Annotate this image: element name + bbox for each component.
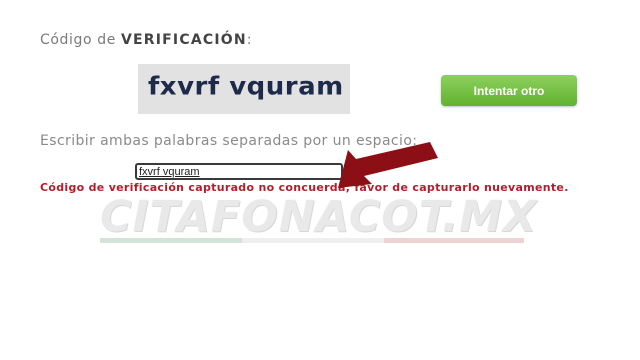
captcha-answer-input[interactable] [135, 163, 343, 180]
heading-prefix: Código de [40, 32, 121, 48]
captcha-text: fxvrf vquram [148, 72, 344, 102]
watermark: CITAFONACOT.MX [100, 192, 538, 246]
watermark-bar-white [242, 238, 384, 243]
arrow-icon [338, 142, 438, 188]
watermark-bar-green [100, 238, 242, 243]
heading-strong: VERIFICACIÓN [120, 32, 247, 48]
watermark-bar-red [384, 238, 524, 243]
captcha-image: fxvrf vquram [138, 64, 350, 114]
verification-heading: Código de VERIFICACIÓN: [40, 32, 252, 48]
retry-captcha-button[interactable]: Intentar otro [441, 75, 577, 106]
watermark-text: CITAFONACOT.MX [100, 192, 538, 242]
heading-suffix: : [246, 32, 253, 48]
